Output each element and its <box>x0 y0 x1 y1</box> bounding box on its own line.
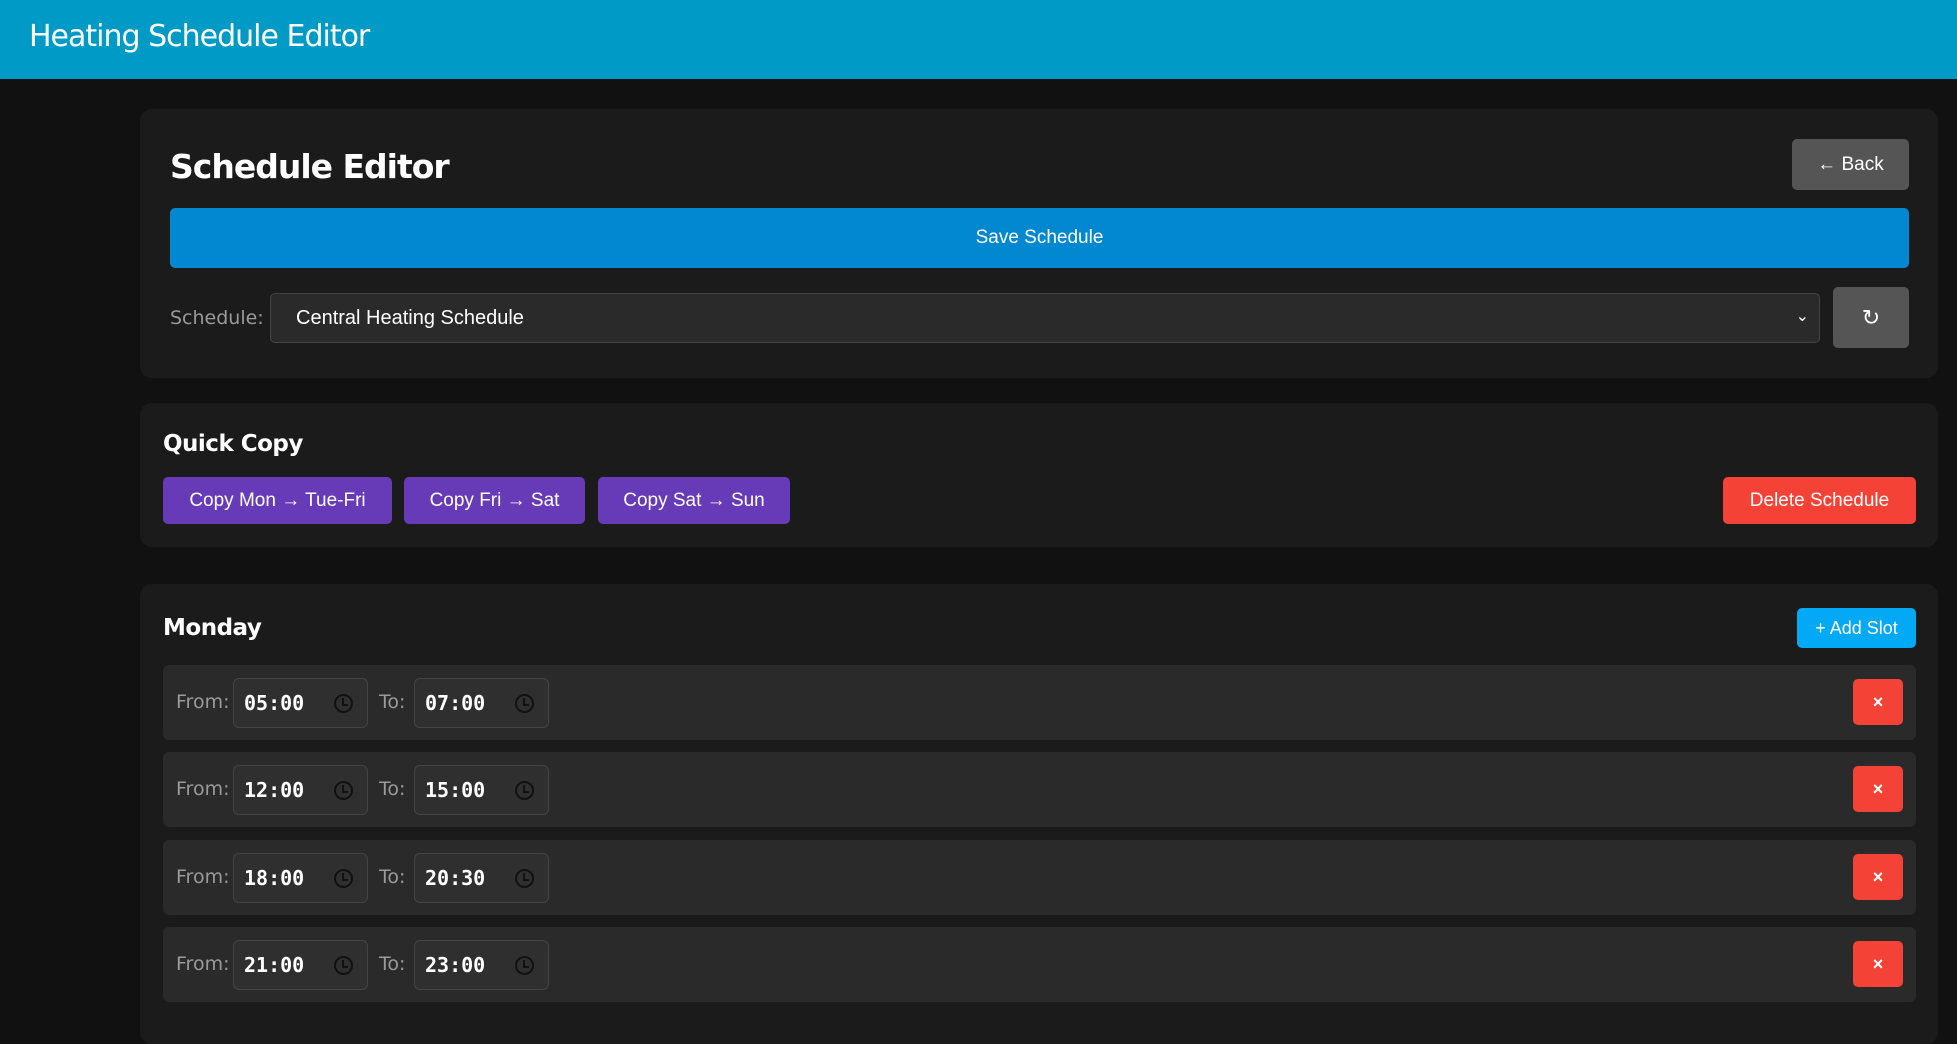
close-icon: × <box>1872 953 1884 974</box>
refresh-icon: ↻ <box>1861 304 1881 330</box>
from-time-value: 21:00 <box>244 953 305 977</box>
quick-copy-card: Quick Copy Copy Mon → Tue-Fri Copy Fri →… <box>140 403 1938 547</box>
editor-card: Schedule Editor ← Back Save Schedule Sch… <box>140 109 1938 378</box>
from-label: From: <box>176 866 230 888</box>
clock-icon[interactable] <box>334 694 353 713</box>
page-title: Schedule Editor <box>170 147 450 186</box>
save-schedule-button[interactable]: Save Schedule <box>170 208 1909 268</box>
copy-sat-sun-button[interactable]: Copy Sat → Sun <box>598 477 790 524</box>
schedule-select-value: Central Heating Schedule <box>296 306 524 329</box>
close-icon: × <box>1872 866 1884 887</box>
to-time-input[interactable]: 15:00 <box>414 765 549 815</box>
schedule-label: Schedule: <box>170 307 264 329</box>
day-title: Monday <box>163 615 262 641</box>
remove-slot-button[interactable]: × <box>1853 679 1903 725</box>
remove-slot-button[interactable]: × <box>1853 766 1903 812</box>
clock-icon[interactable] <box>334 781 353 800</box>
from-time-value: 18:00 <box>244 866 305 890</box>
from-label: From: <box>176 691 230 713</box>
from-time-input[interactable]: 21:00 <box>233 940 368 990</box>
copy-mon-tue-fri-button[interactable]: Copy Mon → Tue-Fri <box>163 477 392 524</box>
app-title: Heating Schedule Editor <box>29 19 370 54</box>
remove-slot-button[interactable]: × <box>1853 854 1903 900</box>
clock-icon[interactable] <box>334 956 353 975</box>
clock-icon[interactable] <box>515 694 534 713</box>
clock-icon[interactable] <box>515 869 534 888</box>
back-button[interactable]: ← Back <box>1792 139 1909 190</box>
to-label: To: <box>379 691 406 713</box>
clock-icon[interactable] <box>515 781 534 800</box>
to-time-input[interactable]: 23:00 <box>414 940 549 990</box>
refresh-button[interactable]: ↻ <box>1833 287 1909 348</box>
schedule-select[interactable]: Central Heating Schedule ⌄ <box>270 293 1820 343</box>
close-icon: × <box>1872 691 1884 712</box>
time-slot-row: From: 05:00 To: 07:00 × <box>163 665 1916 740</box>
to-time-value: 20:30 <box>425 866 486 890</box>
time-slot-row: From: 18:00 To: 20:30 × <box>163 840 1916 915</box>
remove-slot-button[interactable]: × <box>1853 941 1903 987</box>
time-slot-row: From: 21:00 To: 23:00 × <box>163 927 1916 1002</box>
to-time-input[interactable]: 07:00 <box>414 678 549 728</box>
app-header: Heating Schedule Editor <box>0 0 1957 79</box>
from-time-input[interactable]: 12:00 <box>233 765 368 815</box>
to-time-value: 07:00 <box>425 691 486 715</box>
from-label: From: <box>176 953 230 975</box>
to-label: To: <box>379 778 406 800</box>
chevron-down-icon: ⌄ <box>1795 308 1809 325</box>
from-time-input[interactable]: 05:00 <box>233 678 368 728</box>
from-label: From: <box>176 778 230 800</box>
add-slot-button[interactable]: + Add Slot <box>1797 608 1916 648</box>
to-time-input[interactable]: 20:30 <box>414 853 549 903</box>
time-slot-row: From: 12:00 To: 15:00 × <box>163 752 1916 827</box>
from-time-value: 12:00 <box>244 778 305 802</box>
from-time-input[interactable]: 18:00 <box>233 853 368 903</box>
from-time-value: 05:00 <box>244 691 305 715</box>
to-time-value: 15:00 <box>425 778 486 802</box>
copy-fri-sat-button[interactable]: Copy Fri → Sat <box>404 477 585 524</box>
quick-copy-title: Quick Copy <box>163 431 303 457</box>
clock-icon[interactable] <box>334 869 353 888</box>
to-time-value: 23:00 <box>425 953 486 977</box>
close-icon: × <box>1872 778 1884 799</box>
to-label: To: <box>379 953 406 975</box>
to-label: To: <box>379 866 406 888</box>
clock-icon[interactable] <box>515 956 534 975</box>
delete-schedule-button[interactable]: Delete Schedule <box>1723 477 1916 524</box>
